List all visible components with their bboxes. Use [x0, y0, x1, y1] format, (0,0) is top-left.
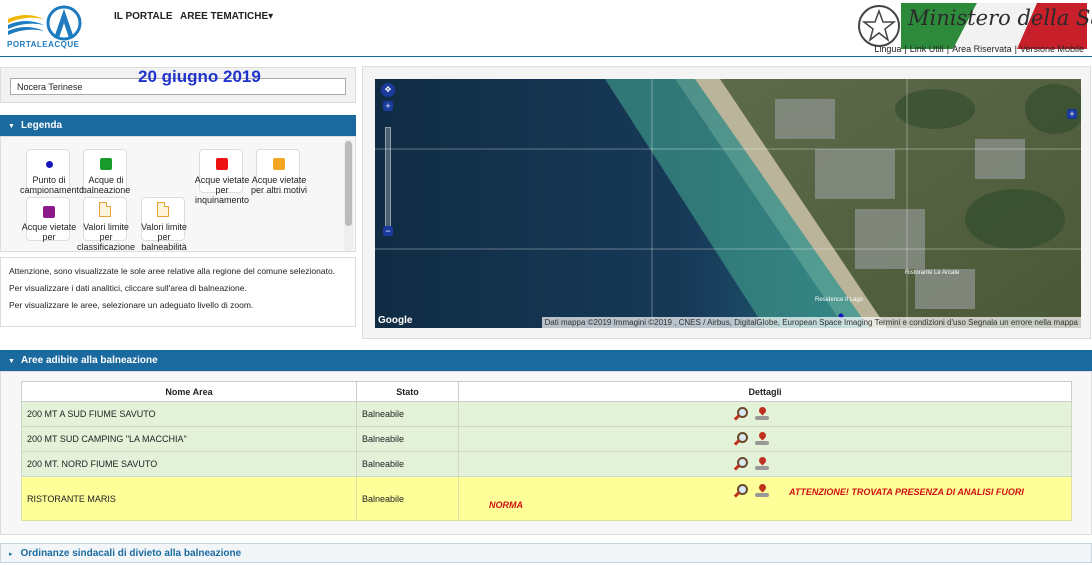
- search-details-icon[interactable]: [734, 432, 748, 446]
- info-line: Per visualizzare i dati analitici, clicc…: [9, 283, 247, 293]
- area-name: 200 MT A SUD FIUME SAVUTO: [21, 401, 357, 427]
- area-name: RISTORANTE MARIS: [21, 476, 357, 521]
- search-details-icon[interactable]: [734, 457, 748, 471]
- map-imagery: Ristorante Le Arcate Residence Il Lago: [375, 79, 1081, 328]
- link-area-riservata[interactable]: Area Riservata: [952, 44, 1012, 54]
- svg-text:Ristorante Le Arcate: Ristorante Le Arcate: [905, 270, 960, 276]
- orange-square-icon: [273, 158, 285, 170]
- legend-item-balneabilita[interactable]: Valori limite per balneabilità: [141, 197, 187, 251]
- link-versione-mobile[interactable]: Versione Mobile: [1020, 44, 1084, 54]
- legend-body: Punto di campionamento Acque di balneazi…: [0, 136, 356, 252]
- col-nome-area: Nome Area: [21, 381, 357, 402]
- area-stato: Balneabile: [356, 476, 459, 521]
- sampling-point-icon: [46, 161, 53, 168]
- map-zoom-control: ✥ + −: [381, 83, 395, 236]
- table-row[interactable]: RISTORANTE MARIS Balneabile ATTENZIONE! …: [21, 476, 1072, 521]
- chevron-down-icon: ▾: [268, 11, 274, 22]
- zoom-slider-track[interactable]: [385, 127, 391, 229]
- logo-text: PORTALEACQUE: [7, 40, 80, 49]
- date-overlay: 20 giugno 2019: [138, 67, 261, 86]
- google-logo: Google: [378, 315, 413, 326]
- ordinanze-header[interactable]: ▸ Ordinanze sindacali di divieto alla bal…: [0, 543, 1092, 563]
- map-attribution[interactable]: Dati mappa ©2019 Immagini ©2019 , CNES /…: [541, 317, 1081, 328]
- table-header-row: Nome Area Stato Dettagli: [21, 381, 1072, 402]
- table-row[interactable]: 200 MT SUD CAMPING "LA MACCHIA" Balneabi…: [21, 426, 1072, 452]
- caret-down-icon: ▼: [8, 358, 15, 365]
- col-stato: Stato: [356, 381, 459, 402]
- legend-item-vietate: Acque vietate per: [22, 197, 76, 243]
- info-line: Per visualizzare le aree, selezionare un…: [9, 300, 254, 310]
- satellite-map[interactable]: Ristorante Le Arcate Residence Il Lago ✥…: [375, 79, 1081, 328]
- areas-table: Nome Area Stato Dettagli 200 MT A SUD FI…: [21, 381, 1072, 521]
- ministry-title: Ministero della Salute: [908, 6, 1092, 30]
- map-pin-icon[interactable]: [755, 432, 769, 446]
- nav-il-portale[interactable]: IL PORTALE: [114, 11, 173, 22]
- document-icon: [99, 202, 111, 217]
- map-pin-icon[interactable]: [755, 484, 769, 498]
- map-expand-button[interactable]: +: [1067, 109, 1077, 119]
- search-details-icon[interactable]: [734, 484, 748, 498]
- col-dettagli: Dettagli: [458, 381, 1072, 402]
- nav-aree-tematiche[interactable]: AREE TEMATICHE▾: [180, 11, 273, 22]
- purple-square-icon: [43, 206, 55, 218]
- info-panel: Attenzione, sono visualizzate le sole ar…: [0, 257, 356, 327]
- legend-scroll-thumb[interactable]: [345, 141, 352, 226]
- red-square-icon: [216, 158, 228, 170]
- caret-down-icon: ▼: [8, 123, 15, 130]
- green-square-icon: [100, 158, 112, 170]
- zoom-out-button[interactable]: −: [383, 226, 393, 236]
- top-links: Lingua | Link Utili | Area Riservata | Version…: [874, 44, 1084, 54]
- area-stato: Balneabile: [356, 426, 459, 452]
- warning-message-continued: NORMA: [489, 500, 523, 510]
- legend-item-campionamento: Punto di campionamento: [20, 149, 84, 195]
- link-link-utili[interactable]: Link Utili: [910, 44, 944, 54]
- link-lingua[interactable]: Lingua: [874, 44, 901, 54]
- table-row[interactable]: 200 MT. NORD FIUME SAVUTO Balneabile: [21, 451, 1072, 477]
- zoom-in-button[interactable]: +: [383, 101, 393, 111]
- area-stato: Balneabile: [356, 401, 459, 427]
- legend-item-inquinamento: Acque vietate per inquinamento: [195, 149, 249, 205]
- legend-item-classificazione[interactable]: Valori limite per classificazione: [77, 197, 135, 251]
- table-row[interactable]: 200 MT A SUD FIUME SAVUTO Balneabile: [21, 401, 1072, 427]
- legend-scrollbar[interactable]: [344, 139, 353, 251]
- area-name: 200 MT SUD CAMPING "LA MACCHIA": [21, 426, 357, 452]
- legend-header[interactable]: ▼ Legenda: [0, 115, 356, 136]
- document-icon: [157, 202, 169, 217]
- header: PORTALEACQUE IL PORTALE AREE TEMATICHE▾ …: [0, 0, 1092, 57]
- map-panel: Ristorante Le Arcate Residence Il Lago ✥…: [362, 66, 1091, 339]
- aree-body: Nome Area Stato Dettagli 200 MT A SUD FI…: [0, 371, 1092, 535]
- caret-right-icon: ▸: [9, 551, 13, 558]
- info-line: Attenzione, sono visualizzate le sole ar…: [9, 266, 336, 276]
- warning-message: ATTENZIONE! TROVATA PRESENZA DI ANALISI …: [789, 487, 1024, 497]
- legend-item-balneazione: Acque di balneazione: [82, 149, 130, 195]
- map-pin-icon[interactable]: [755, 407, 769, 421]
- search-details-icon[interactable]: [734, 407, 748, 421]
- pan-arrows-icon[interactable]: ✥: [381, 83, 395, 97]
- area-stato: Balneabile: [356, 451, 459, 477]
- svg-text:Residence Il Lago: Residence Il Lago: [815, 297, 864, 303]
- aree-header[interactable]: ▼ Aree adibite alla balneazione: [0, 350, 1092, 371]
- area-name: 200 MT. NORD FIUME SAVUTO: [21, 451, 357, 477]
- map-pin-icon[interactable]: [755, 457, 769, 471]
- legend-item-altri-motivi: Acque vietate per altri motivi: [251, 149, 307, 195]
